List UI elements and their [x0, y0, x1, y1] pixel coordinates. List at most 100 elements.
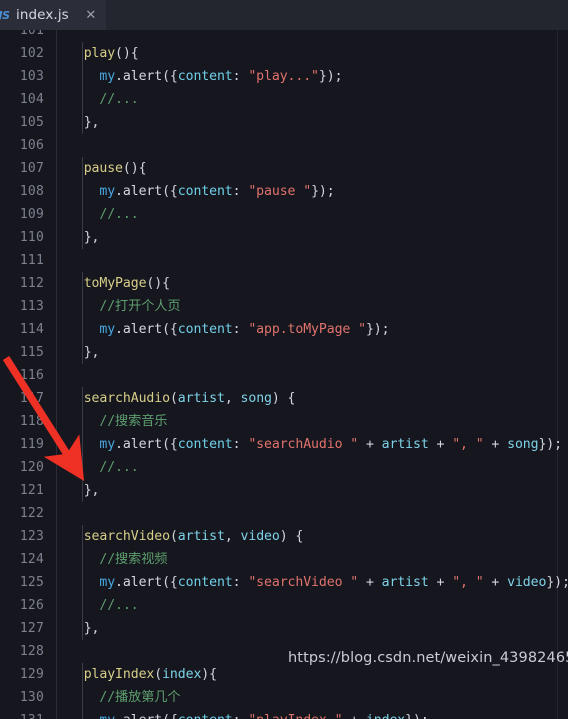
line-number: 120: [19, 460, 44, 475]
code-line[interactable]: 101: [0, 30, 568, 42]
code-line[interactable]: 124 //搜索视频: [0, 548, 568, 571]
code-line[interactable]: 123 searchVideo(artist, video) {: [0, 525, 568, 548]
indent-guide: [81, 709, 83, 719]
close-icon[interactable]: ✕: [83, 7, 99, 23]
line-number: 107: [19, 161, 44, 176]
code-line[interactable]: 103 my.alert({content: "play..."});: [0, 65, 568, 88]
code-token: //播放第几个: [99, 690, 181, 705]
code-line[interactable]: 117 searchAudio(artist, song) {: [0, 387, 568, 410]
code-line[interactable]: 116: [0, 364, 568, 387]
code-token: my: [99, 184, 116, 199]
line-text: //...: [68, 456, 138, 479]
code-line[interactable]: 115 },: [0, 341, 568, 364]
line-text: },: [68, 341, 100, 364]
indent-guide: [81, 203, 83, 226]
code-token: toMyPage: [83, 276, 147, 291]
code-token: "searchAudio ": [248, 437, 359, 452]
code-editor-pane[interactable]: 101 102 play(){103 my.alert({content: "pl…: [0, 30, 568, 719]
code-line[interactable]: 106: [0, 134, 568, 157]
code-line[interactable]: 110 },: [0, 226, 568, 249]
code-token: (){: [122, 161, 147, 176]
line-number: 117: [19, 391, 44, 406]
line-number: 112: [19, 276, 44, 291]
code-line[interactable]: 118 //搜索音乐: [0, 410, 568, 433]
indent-guide: [81, 594, 83, 617]
code-token: +: [358, 575, 382, 590]
code-token: +: [428, 437, 453, 452]
indent-guide: [81, 111, 83, 134]
code-token: content: [177, 322, 233, 337]
code-token: :: [232, 575, 249, 590]
code-line[interactable]: 122: [0, 502, 568, 525]
code-token: :: [232, 322, 249, 337]
code-token: play: [83, 46, 116, 61]
code-line[interactable]: 113 //打开个人页: [0, 295, 568, 318]
line-number: 122: [19, 506, 44, 521]
code-token: (: [169, 529, 178, 544]
code-content[interactable]: 101 102 play(){103 my.alert({content: "pl…: [0, 30, 568, 719]
code-line[interactable]: 119 my.alert({content: "searchAudio " + …: [0, 433, 568, 456]
code-line[interactable]: 121 },: [0, 479, 568, 502]
code-token: .alert({: [115, 437, 178, 452]
line-text: my.alert({content: "playIndex " + index}…: [68, 709, 428, 719]
line-text: playIndex(index){: [68, 663, 217, 686]
code-line[interactable]: 125 my.alert({content: "searchVideo " + …: [0, 571, 568, 594]
code-line[interactable]: 108 my.alert({content: "pause "});: [0, 180, 568, 203]
line-text: my.alert({content: "searchAudio " + arti…: [68, 433, 562, 456]
indent-guide: [81, 341, 83, 364]
code-token: +: [358, 437, 382, 452]
line-text: pause(){: [68, 157, 147, 180]
code-line[interactable]: 107 pause(){: [0, 157, 568, 180]
code-line[interactable]: 104 //...: [0, 88, 568, 111]
tab-index-js[interactable]: JS index.js ✕: [0, 0, 106, 30]
line-text: //搜索音乐: [68, 410, 167, 433]
line-number: 126: [19, 598, 44, 613]
indent-guide: [81, 456, 83, 479]
code-token: content: [177, 184, 233, 199]
tab-label: index.js: [16, 7, 69, 23]
line-text: my.alert({content: "pause "});: [68, 180, 334, 203]
line-number: 113: [19, 299, 44, 314]
code-line[interactable]: 111: [0, 249, 568, 272]
code-token: ) {: [271, 391, 296, 406]
line-number: 106: [19, 138, 44, 153]
code-line[interactable]: 127 },: [0, 617, 568, 640]
code-token: (: [154, 667, 163, 682]
code-line[interactable]: 102 play(){: [0, 42, 568, 65]
code-token: :: [232, 69, 249, 84]
code-line[interactable]: 105 },: [0, 111, 568, 134]
code-token: .alert({: [115, 184, 178, 199]
code-token: :: [233, 713, 249, 719]
code-token: artist: [177, 529, 225, 544]
line-number: 128: [19, 644, 44, 659]
code-line[interactable]: 129 playIndex(index){: [0, 663, 568, 686]
code-line[interactable]: 131 my.alert({content: "playIndex " + in…: [0, 709, 568, 719]
code-token: .alert({: [115, 322, 178, 337]
code-token: //...: [99, 92, 139, 107]
line-number: 101: [19, 30, 44, 38]
line-number: 109: [19, 207, 44, 222]
code-line[interactable]: 114 my.alert({content: "app.toMyPage "})…: [0, 318, 568, 341]
code-line[interactable]: 126 //...: [0, 594, 568, 617]
code-token: playIndex: [83, 667, 155, 682]
code-line[interactable]: 130 //播放第几个: [0, 686, 568, 709]
code-token: song: [507, 437, 539, 452]
code-line[interactable]: 112 toMyPage(){: [0, 272, 568, 295]
indent-guide: [81, 157, 83, 180]
code-line[interactable]: 120 //...: [0, 456, 568, 479]
code-line[interactable]: 109 //...: [0, 203, 568, 226]
indent-guide: [81, 65, 83, 88]
line-text: my.alert({content: "app.toMyPage "});: [68, 318, 389, 341]
code-token: ,: [224, 529, 241, 544]
line-text: },: [68, 479, 100, 502]
code-token: ", ": [452, 575, 484, 590]
code-token: +: [342, 713, 366, 719]
line-number: 102: [19, 46, 44, 61]
